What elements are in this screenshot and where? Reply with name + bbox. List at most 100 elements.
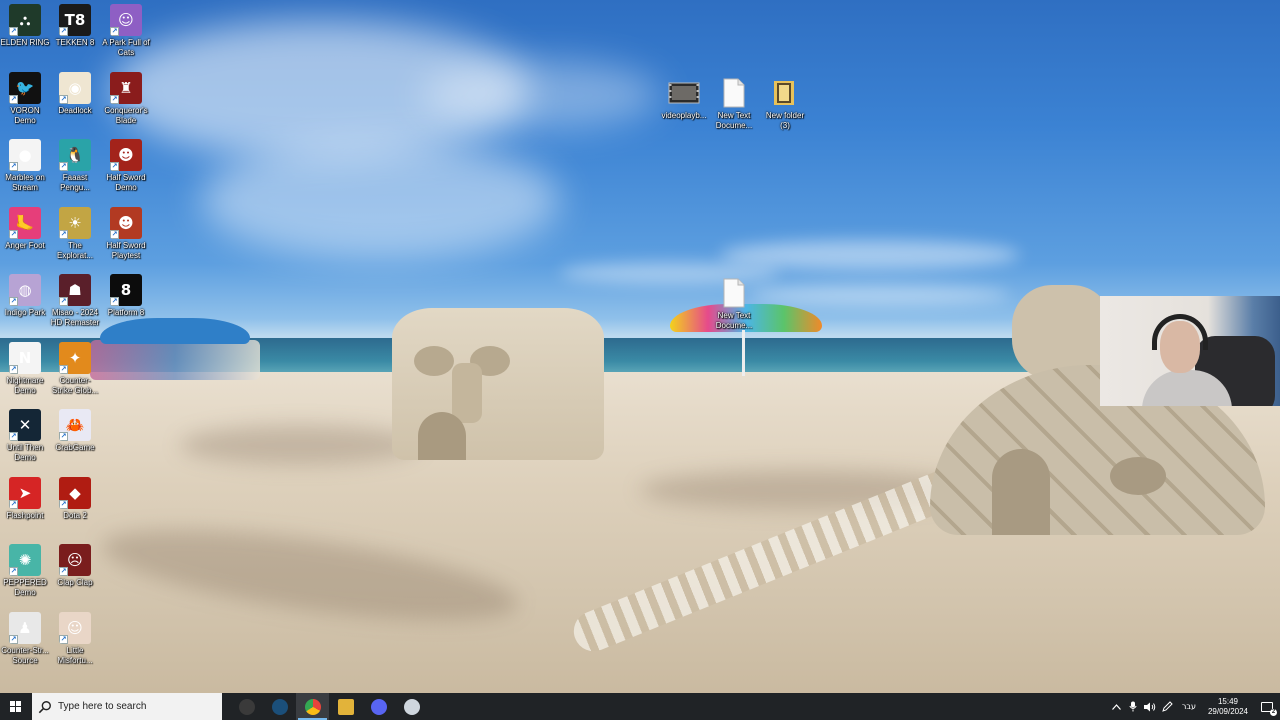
tekken-icon: T8 ↗	[59, 4, 91, 36]
desktop-shortcut[interactable]: ☹ ↗ Clap Clap	[50, 540, 100, 588]
desktop-shortcut-label: A Park Full of Cats	[102, 38, 150, 57]
desktop-shortcut[interactable]: ☀ ↗ The Explorat...	[50, 203, 100, 261]
headphones-icon	[1152, 314, 1208, 350]
desktop-shortcut-label: Faaast Pengu...	[60, 173, 90, 192]
desktop-file-label: New Text Docume...	[715, 311, 753, 330]
desktop-file-label: New folder (3)	[765, 111, 805, 130]
desktop-shortcut[interactable]: ☺ ↗ A Park Full of Cats	[101, 0, 151, 58]
shortcut-arrow-icon: ↗	[9, 229, 18, 239]
conquerors-blade-icon: ♜ ↗	[110, 71, 142, 104]
desktop-shortcut-label: Platform 8	[107, 308, 145, 317]
desktop-file[interactable]: New folder (3)	[760, 73, 810, 131]
desktop-file[interactable]: videoplayb...	[659, 73, 709, 121]
taskbar-chrome-app[interactable]	[296, 693, 329, 720]
desktop-shortcut[interactable]: ● ↗ Marbles on Stream	[0, 135, 50, 193]
wallpaper-cloud	[200, 140, 560, 260]
taskbar-files-app[interactable]	[329, 693, 362, 720]
desktop-shortcut[interactable]: ☻ ↗ Half Sword Playtest	[101, 203, 151, 261]
shortcut-arrow-icon: ↗	[59, 499, 68, 509]
taskbar-clock[interactable]: 15:49 29/09/2024	[1202, 697, 1254, 717]
desktop-shortcut[interactable]: 🦶 ↗ Anger Foot	[0, 203, 50, 251]
peppered-icon: ✺ ↗	[9, 544, 41, 576]
desktop-shortcut[interactable]: ◍ ↗ Indigo Park	[0, 270, 50, 318]
desktop-shortcut[interactable]: ☗ ↗ Misao - 2024 HD Remaster	[50, 270, 100, 328]
desktop-shortcut[interactable]: ☺ ↗ Little Misfortu...	[50, 608, 100, 666]
cat-park-icon: ☺ ↗	[110, 4, 142, 36]
sand-door	[418, 412, 466, 460]
search-input[interactable]	[58, 701, 208, 712]
desktop-shortcut[interactable]: 🐦 ↗ VORON Demo	[0, 68, 50, 126]
desktop-shortcut[interactable]: N ↗ Nightmare Demo	[0, 338, 50, 396]
desktop-shortcut-label: ELDEN RING	[0, 38, 50, 47]
wallpaper-umbrella	[100, 318, 250, 344]
voron-icon: 🐦 ↗	[9, 71, 41, 104]
desktop-shortcut-label: Indigo Park	[4, 308, 46, 317]
wallpaper-sand-head-house	[392, 308, 604, 460]
desktop-shortcut[interactable]: ♜ ↗ Conqueror's Blade	[101, 68, 151, 126]
shortcut-arrow-icon: ↗	[59, 432, 68, 441]
desktop-shortcut[interactable]: ◆ ↗ Dota 2	[50, 473, 100, 521]
taskbar-steam-app[interactable]	[263, 693, 296, 720]
desktop-shortcut-label: Counter-Str... Source	[1, 645, 49, 665]
desktop-shortcut[interactable]: ✦ ↗ Counter-Strike Glob...	[50, 338, 100, 396]
notification-center-button[interactable]: 2	[1254, 693, 1280, 720]
taskbar-discord-app[interactable]	[362, 693, 395, 720]
start-button[interactable]	[0, 693, 32, 720]
clock-date: 29/09/2024	[1207, 706, 1249, 716]
taskbar-game-app[interactable]	[395, 693, 428, 720]
desktop-file[interactable]: New Text Docume...	[709, 273, 759, 331]
desktop-shortcut[interactable]: ➤ ↗ Flashpoint	[0, 473, 50, 521]
shortcut-arrow-icon: ↗	[9, 27, 18, 36]
desktop-shortcut[interactable]: ✕ ↗ Until Then Demo	[0, 405, 50, 463]
desktop-shortcut[interactable]: ✺ ↗ PEPPERED Demo	[0, 540, 50, 598]
shortcut-arrow-icon: ↗	[110, 94, 119, 104]
game-icon	[403, 698, 420, 715]
speaker-icon[interactable]	[1142, 693, 1159, 720]
desktop-shortcut[interactable]: 🐧 ↗ Faaast Pengu...	[50, 135, 100, 193]
steam-icon	[271, 698, 288, 715]
search-icon	[38, 700, 51, 713]
desktop-shortcut[interactable]: ⛬ ↗ ELDEN RING	[0, 0, 50, 48]
desktop-shortcut-label: TEKKEN 8	[55, 38, 95, 47]
microphone-icon[interactable]	[1125, 693, 1142, 720]
desktop-shortcut[interactable]: ◉ ↗ Deadlock	[50, 68, 100, 116]
desktop-shortcut-label: Dota 2	[63, 510, 87, 520]
system-tray: עבר 15:49 29/09/2024 2	[1108, 693, 1280, 720]
desktop-shortcut[interactable]: T8 ↗ TEKKEN 8	[50, 0, 100, 48]
wallpaper-cloud	[420, 60, 660, 130]
shortcut-arrow-icon: ↗	[59, 364, 68, 374]
shortcut-arrow-icon: ↗	[9, 364, 18, 374]
until-then-icon: ✕ ↗	[9, 409, 41, 441]
desktop-shortcut-label: PEPPERED Demo	[3, 578, 47, 597]
desktop-shortcut-label: Misao - 2024 HD Remaster	[50, 308, 100, 327]
marbles-icon: ● ↗	[9, 139, 41, 171]
dota-2-icon: ◆ ↗	[59, 476, 91, 509]
shortcut-arrow-icon: ↗	[9, 634, 18, 644]
half-sword-demo-icon: ☻ ↗	[110, 139, 142, 171]
shortcut-arrow-icon: ↗	[110, 297, 119, 306]
windows-logo-icon	[10, 700, 22, 713]
obs-icon	[238, 698, 255, 715]
wallpaper-shadow	[180, 425, 420, 465]
desktop-shortcut[interactable]: 🦀 ↗ CrabGame	[50, 405, 100, 453]
css-icon: ♟ ↗	[9, 611, 41, 644]
desktop-shortcut[interactable]: ♟ ↗ Counter-Str... Source	[0, 608, 50, 666]
chevron-up-icon[interactable]	[1108, 693, 1125, 720]
notification-count-badge: 2	[1270, 708, 1277, 716]
taskbar-pinned-apps	[230, 693, 428, 720]
desktop-shortcut-label: Half Sword Demo	[106, 173, 146, 192]
shortcut-arrow-icon: ↗	[59, 94, 68, 104]
clock-time: 15:49	[1217, 696, 1239, 706]
desktop-shortcut[interactable]: ☻ ↗ Half Sword Demo	[101, 135, 151, 193]
wallpaper-beach-chairs	[90, 340, 260, 380]
penguin-icon: 🐧 ↗	[59, 139, 91, 171]
csgo-icon: ✦ ↗	[59, 341, 91, 374]
pen-icon[interactable]	[1159, 693, 1176, 720]
exploration-icon: ☀ ↗	[59, 206, 91, 239]
desktop-shortcut[interactable]: 8 ↗ Platform 8	[101, 270, 151, 318]
taskbar-obs-app[interactable]	[230, 693, 263, 720]
wallpaper-umbrella-pole	[742, 330, 745, 376]
desktop-file[interactable]: New Text Docume...	[709, 73, 759, 131]
input-language[interactable]: עבר	[1176, 702, 1202, 711]
taskbar-search[interactable]	[32, 693, 222, 720]
